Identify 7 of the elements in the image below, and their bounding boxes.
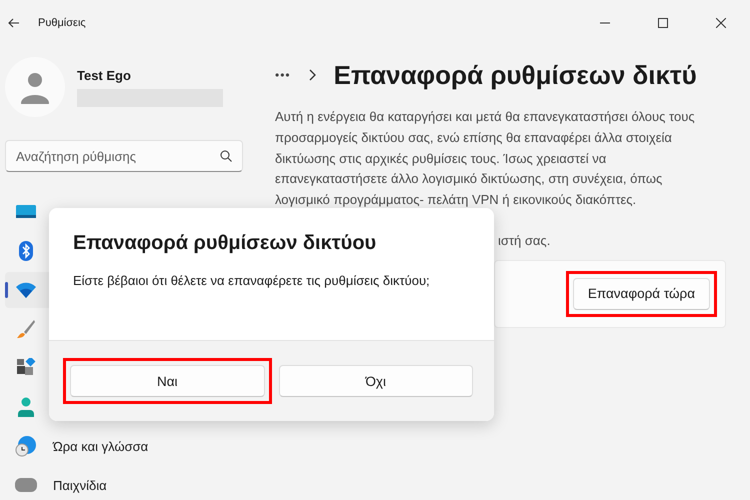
page-title: Επαναφορά ρυθμίσεων δικτύ [334, 60, 697, 90]
app-title: Ρυθμίσεις [38, 16, 86, 28]
dialog-title: Επαναφορά ρυθμίσεων δικτύου [73, 232, 378, 255]
profile-name: Test Ego [77, 68, 132, 82]
dialog-message: Είστε βέβαιοι ότι θέλετε να επαναφέρετε τις ρυθμίσεις δικτύου; [73, 273, 431, 288]
description-text: Αυτή η ενέργεια θα καταργήσει και μετά θα επανεγκαταστήσει όλους τους προσαρμογείς δικτύου σας, ενώ επίσης θα επαναφέρει άλλα στοιχεία δικτύωσης στις αρχικές ρυθμίσεις τους. Ίσως χρειαστεί να επανεγκαταστήσετε άλλο λογισμικό δικτύωσης, στη συνέχεια, όπως λογισμικό προγράμματος- πελάτη VPN ή εικονικούς διακόπτες. [275, 108, 696, 210]
note-text: ιστή σας. [498, 232, 552, 248]
